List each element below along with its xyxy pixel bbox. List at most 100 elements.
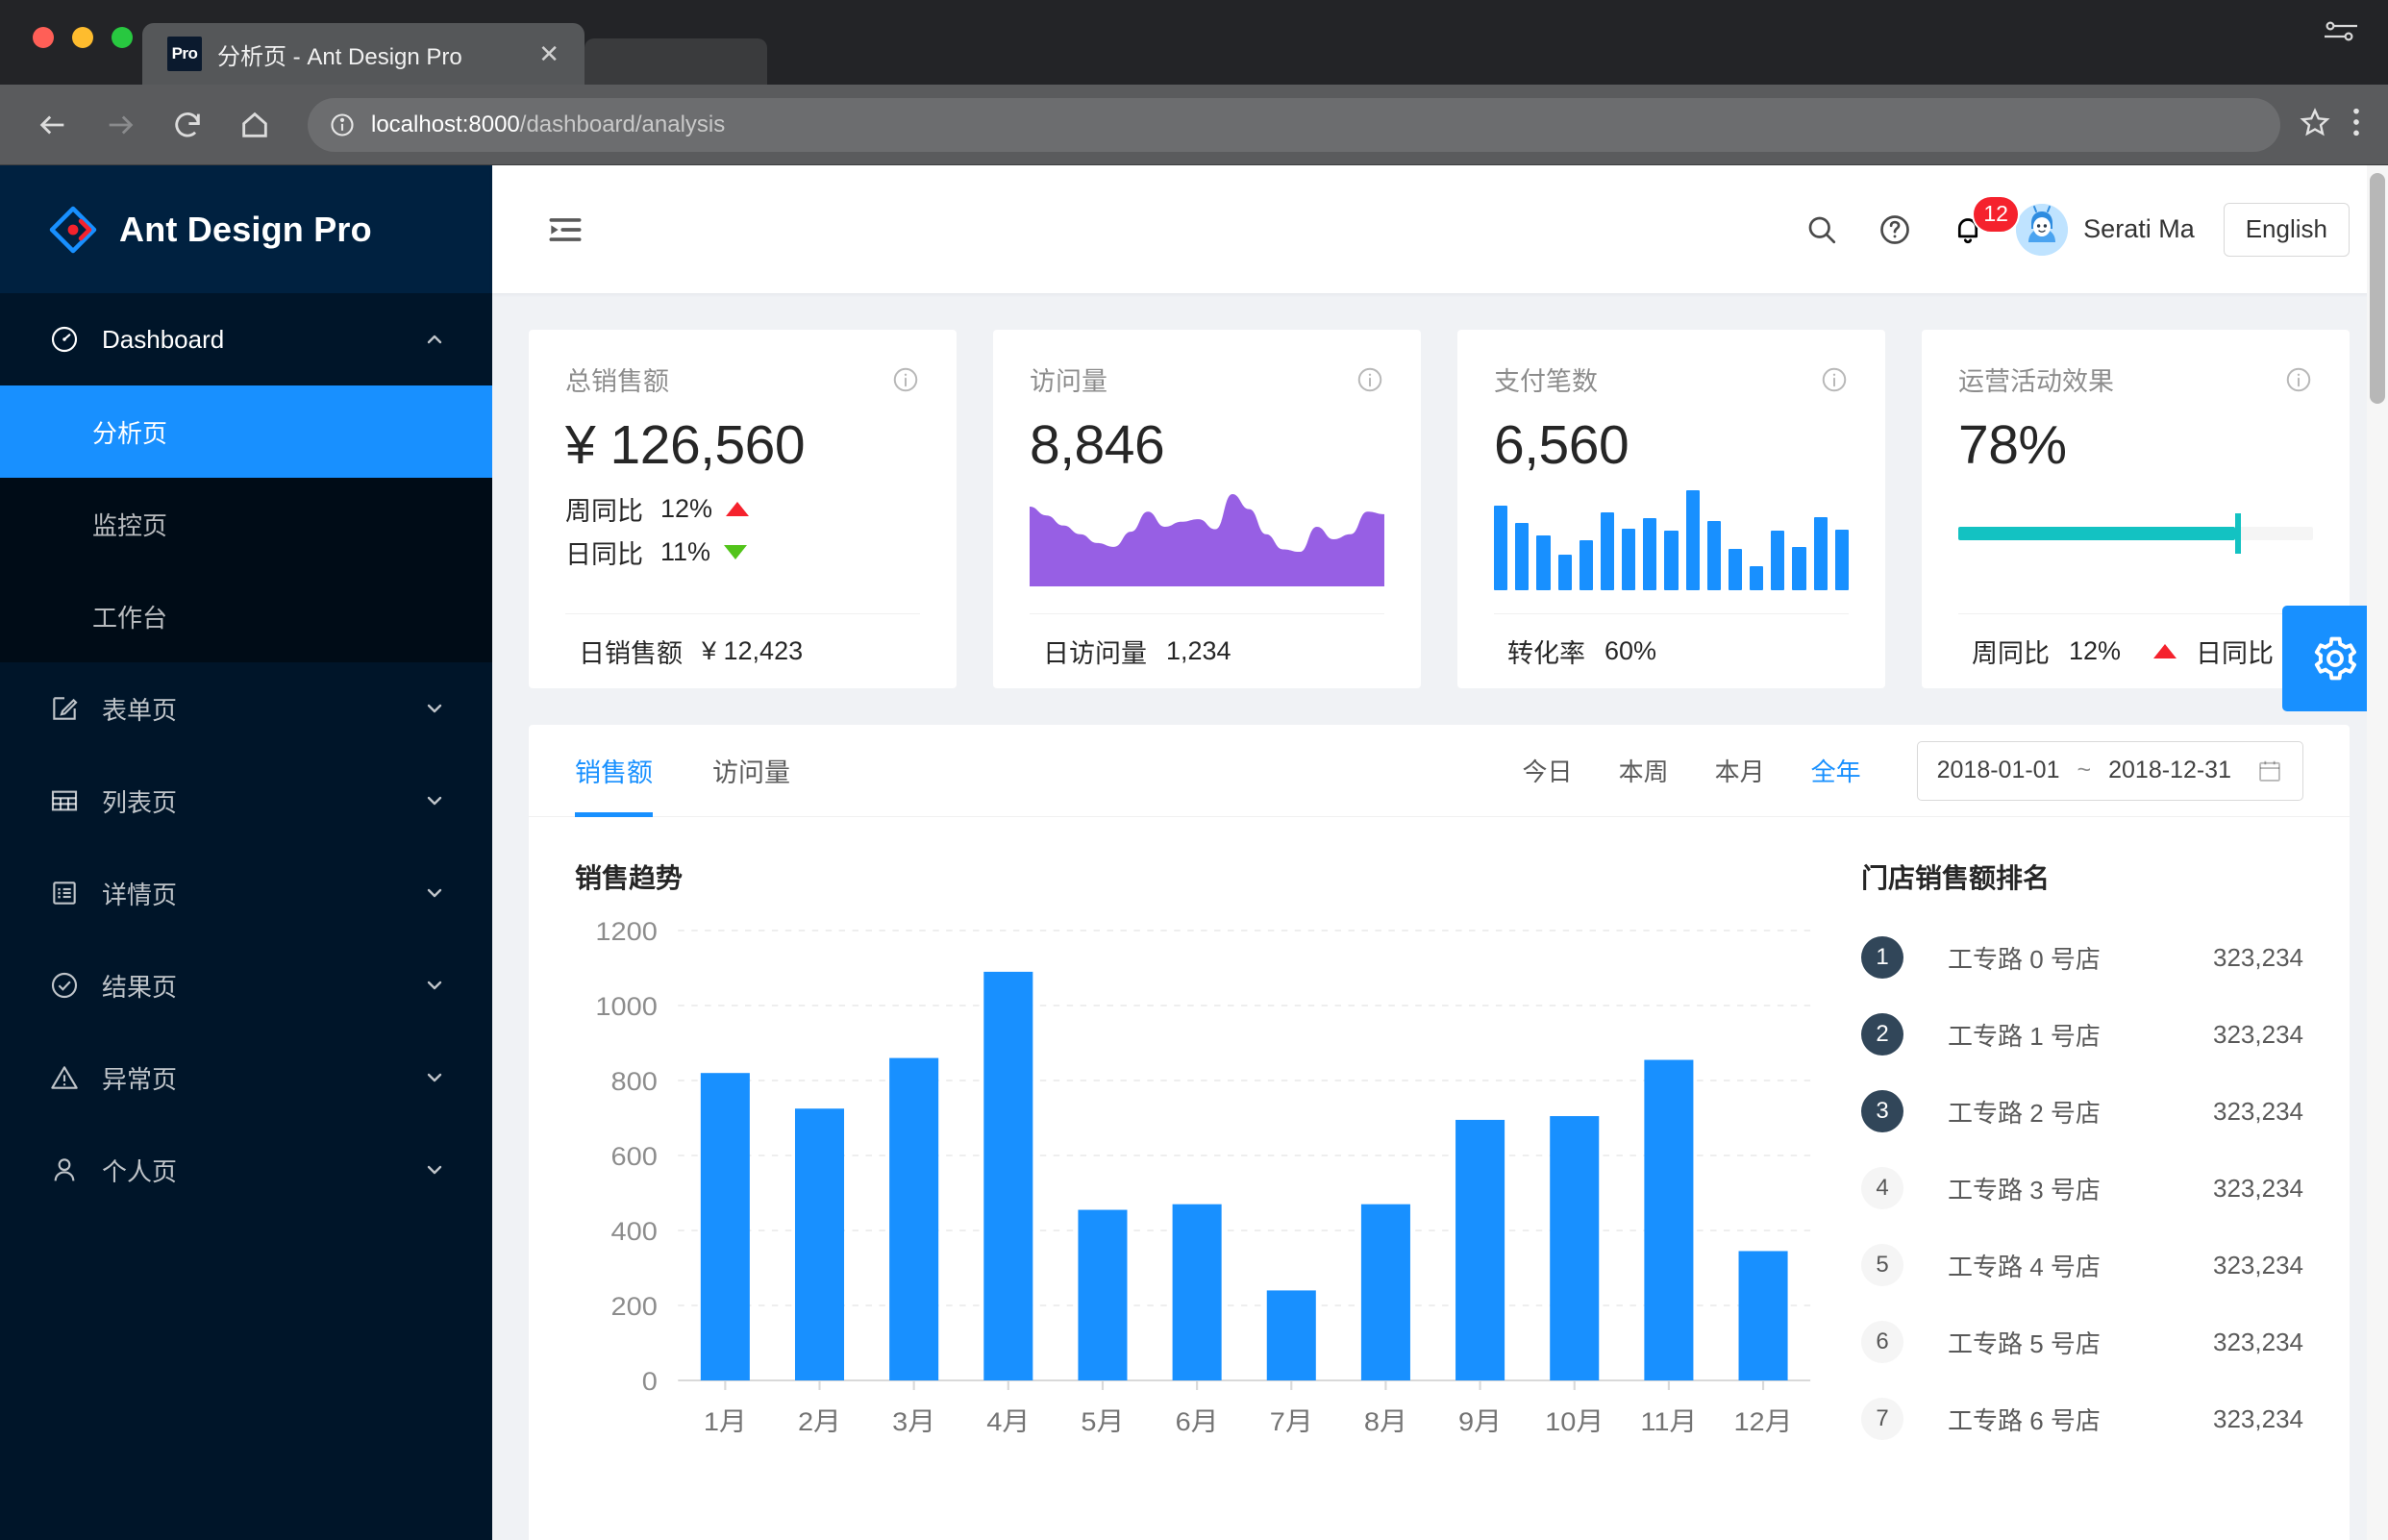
progress-bar xyxy=(1958,513,2313,554)
rank-store-name: 工专路 2 号店 xyxy=(1948,1098,2101,1128)
mini-bar xyxy=(1834,529,1849,590)
rank-row: 4 工专路 3 号店 323,234 xyxy=(1861,1150,2303,1227)
date-end[interactable]: 2018-12-31 xyxy=(2108,757,2231,784)
chevron-down-icon[interactable] xyxy=(423,974,446,997)
sidebar-subitem-monitor[interactable]: 监控页 xyxy=(0,478,492,570)
sidebar-item-label: 表单页 xyxy=(102,695,178,725)
search-icon[interactable] xyxy=(1785,193,1858,266)
sidebar-item-label: 个人页 xyxy=(102,1156,178,1186)
range-week[interactable]: 本周 xyxy=(1619,753,1669,788)
window-controls[interactable] xyxy=(33,27,133,48)
mini-bar xyxy=(1579,540,1593,590)
trend-label: 周同比 xyxy=(565,497,643,526)
notifications-button[interactable]: 12 xyxy=(1931,193,2021,266)
card-value: 6,560 xyxy=(1494,414,1629,476)
range-month[interactable]: 本月 xyxy=(1715,753,1765,788)
sidebar-item-list[interactable]: 列表页 xyxy=(0,755,492,847)
bookmark-star-icon[interactable] xyxy=(2300,107,2330,142)
rank-badge: 4 xyxy=(1861,1167,1903,1209)
svg-text:9月: 9月 xyxy=(1458,1407,1502,1436)
rank-store-value: 323,234 xyxy=(2213,1096,2303,1126)
scrollbar-thumb[interactable] xyxy=(2370,173,2385,404)
page-scrollbar[interactable] xyxy=(2367,165,2388,1540)
sidebar-subitem-label: 监控页 xyxy=(92,510,168,540)
menu-fold-icon[interactable] xyxy=(540,205,590,255)
payments-bar-chart xyxy=(1494,490,1849,590)
svg-text:200: 200 xyxy=(611,1292,658,1321)
rank-store-value: 323,234 xyxy=(2213,1173,2303,1203)
info-circle-icon[interactable] xyxy=(891,365,920,394)
tab-title: 分析页 - Ant Design Pro xyxy=(217,43,462,70)
sidebar-item-form[interactable]: 表单页 xyxy=(0,662,492,755)
browser-titlebar: Pro 分析页 - Ant Design Pro ✕ xyxy=(0,0,2388,85)
address-bar[interactable]: localhost:8000/dashboard/analysis xyxy=(308,97,2280,152)
sidebar-item-profile[interactable]: 详情页 xyxy=(0,847,492,939)
svg-text:11月: 11月 xyxy=(1640,1407,1697,1436)
site-info-icon[interactable] xyxy=(329,112,356,138)
card-title: 总销售额 xyxy=(565,367,669,396)
home-icon[interactable] xyxy=(229,99,281,151)
sidebar-subitem-label: 工作台 xyxy=(92,603,168,633)
info-circle-icon[interactable] xyxy=(2284,365,2313,394)
chevron-down-icon[interactable] xyxy=(423,1158,446,1181)
maximize-window-button[interactable] xyxy=(112,27,133,48)
new-tab-button[interactable] xyxy=(585,38,767,85)
svg-text:0: 0 xyxy=(642,1367,658,1396)
browser-menu-icon[interactable] xyxy=(2351,106,2361,143)
svg-text:600: 600 xyxy=(611,1142,658,1171)
back-icon[interactable] xyxy=(27,99,79,151)
chevron-up-icon[interactable] xyxy=(423,328,446,351)
rank-badge: 7 xyxy=(1861,1398,1903,1440)
sales-panel: 销售额 访问量 今日 本周 本月 全年 2018-01-01 ~ 2018-12… xyxy=(529,725,2350,1513)
svg-text:7月: 7月 xyxy=(1270,1407,1313,1436)
calendar-icon[interactable] xyxy=(2256,758,2283,784)
question-circle-icon[interactable] xyxy=(1858,193,1931,266)
sidebar-item-exception[interactable]: 异常页 xyxy=(0,1031,492,1124)
rank-badge: 3 xyxy=(1861,1090,1903,1132)
info-circle-icon[interactable] xyxy=(1356,365,1384,394)
card-footer-value: 1,234 xyxy=(1166,636,1231,665)
form-edit-icon xyxy=(48,692,81,725)
range-today[interactable]: 今日 xyxy=(1523,753,1573,788)
forward-icon[interactable] xyxy=(94,99,146,151)
tab-visits[interactable]: 访问量 xyxy=(712,725,790,817)
sidebar-subitem-workplace[interactable]: 工作台 xyxy=(0,570,492,662)
sidebar-item-dashboard[interactable]: Dashboard xyxy=(0,293,492,385)
chevron-down-icon[interactable] xyxy=(423,1066,446,1089)
rank-row: 2 工专路 1 号店 323,234 xyxy=(1861,996,2303,1073)
panel-tab-bar: 销售额 访问量 今日 本周 本月 全年 2018-01-01 ~ 2018-12… xyxy=(529,725,2350,817)
dashboard-icon xyxy=(48,323,81,356)
sales-bar-chart-svg: 0 200 400 600 800 1000 1200 1月 2月 3月 4月 5月 6月 7月 8月 9月 1… xyxy=(595,917,1811,1436)
trend-value: 12% xyxy=(660,494,713,523)
mini-bar xyxy=(1494,505,1508,590)
date-range-picker[interactable]: 2018-01-01 ~ 2018-12-31 xyxy=(1916,740,2303,801)
card-footer: 转化率 60% xyxy=(1494,613,1849,688)
sidebar-item-result[interactable]: 结果页 xyxy=(0,939,492,1031)
user-menu[interactable]: Serati Ma xyxy=(2016,203,2195,256)
sidebar-item-account[interactable]: 个人页 xyxy=(0,1124,492,1216)
mini-bar xyxy=(1706,520,1721,590)
card-title: 运营活动效果 xyxy=(1958,367,2114,396)
svg-text:1000: 1000 xyxy=(595,992,657,1021)
ant-design-pro-logo-icon xyxy=(48,205,98,255)
range-year[interactable]: 全年 xyxy=(1811,753,1861,788)
browser-window-menu-icon[interactable] xyxy=(2323,17,2359,51)
sidebar-subitem-analysis[interactable]: 分析页 xyxy=(0,385,492,478)
close-tab-icon[interactable]: ✕ xyxy=(538,39,560,69)
minimize-window-button[interactable] xyxy=(72,27,93,48)
date-start[interactable]: 2018-01-01 xyxy=(1937,757,2060,784)
svg-text:2月: 2月 xyxy=(798,1407,841,1436)
tab-sales[interactable]: 销售额 xyxy=(575,725,653,817)
chevron-down-icon[interactable] xyxy=(423,789,446,812)
sidebar-logo[interactable]: Ant Design Pro xyxy=(0,165,492,293)
reload-icon[interactable] xyxy=(162,99,213,151)
svg-text:400: 400 xyxy=(611,1217,658,1246)
info-circle-icon[interactable] xyxy=(1820,365,1849,394)
rank-badge: 5 xyxy=(1861,1244,1903,1286)
browser-tab[interactable]: Pro 分析页 - Ant Design Pro ✕ xyxy=(142,23,585,85)
app-root: Ant Design Pro Dashboard 分析页 监控页 工作台 表单页… xyxy=(0,165,2388,1540)
language-switch-button[interactable]: English xyxy=(2223,202,2350,257)
chevron-down-icon[interactable] xyxy=(423,882,446,905)
chevron-down-icon[interactable] xyxy=(423,697,446,720)
close-window-button[interactable] xyxy=(33,27,54,48)
